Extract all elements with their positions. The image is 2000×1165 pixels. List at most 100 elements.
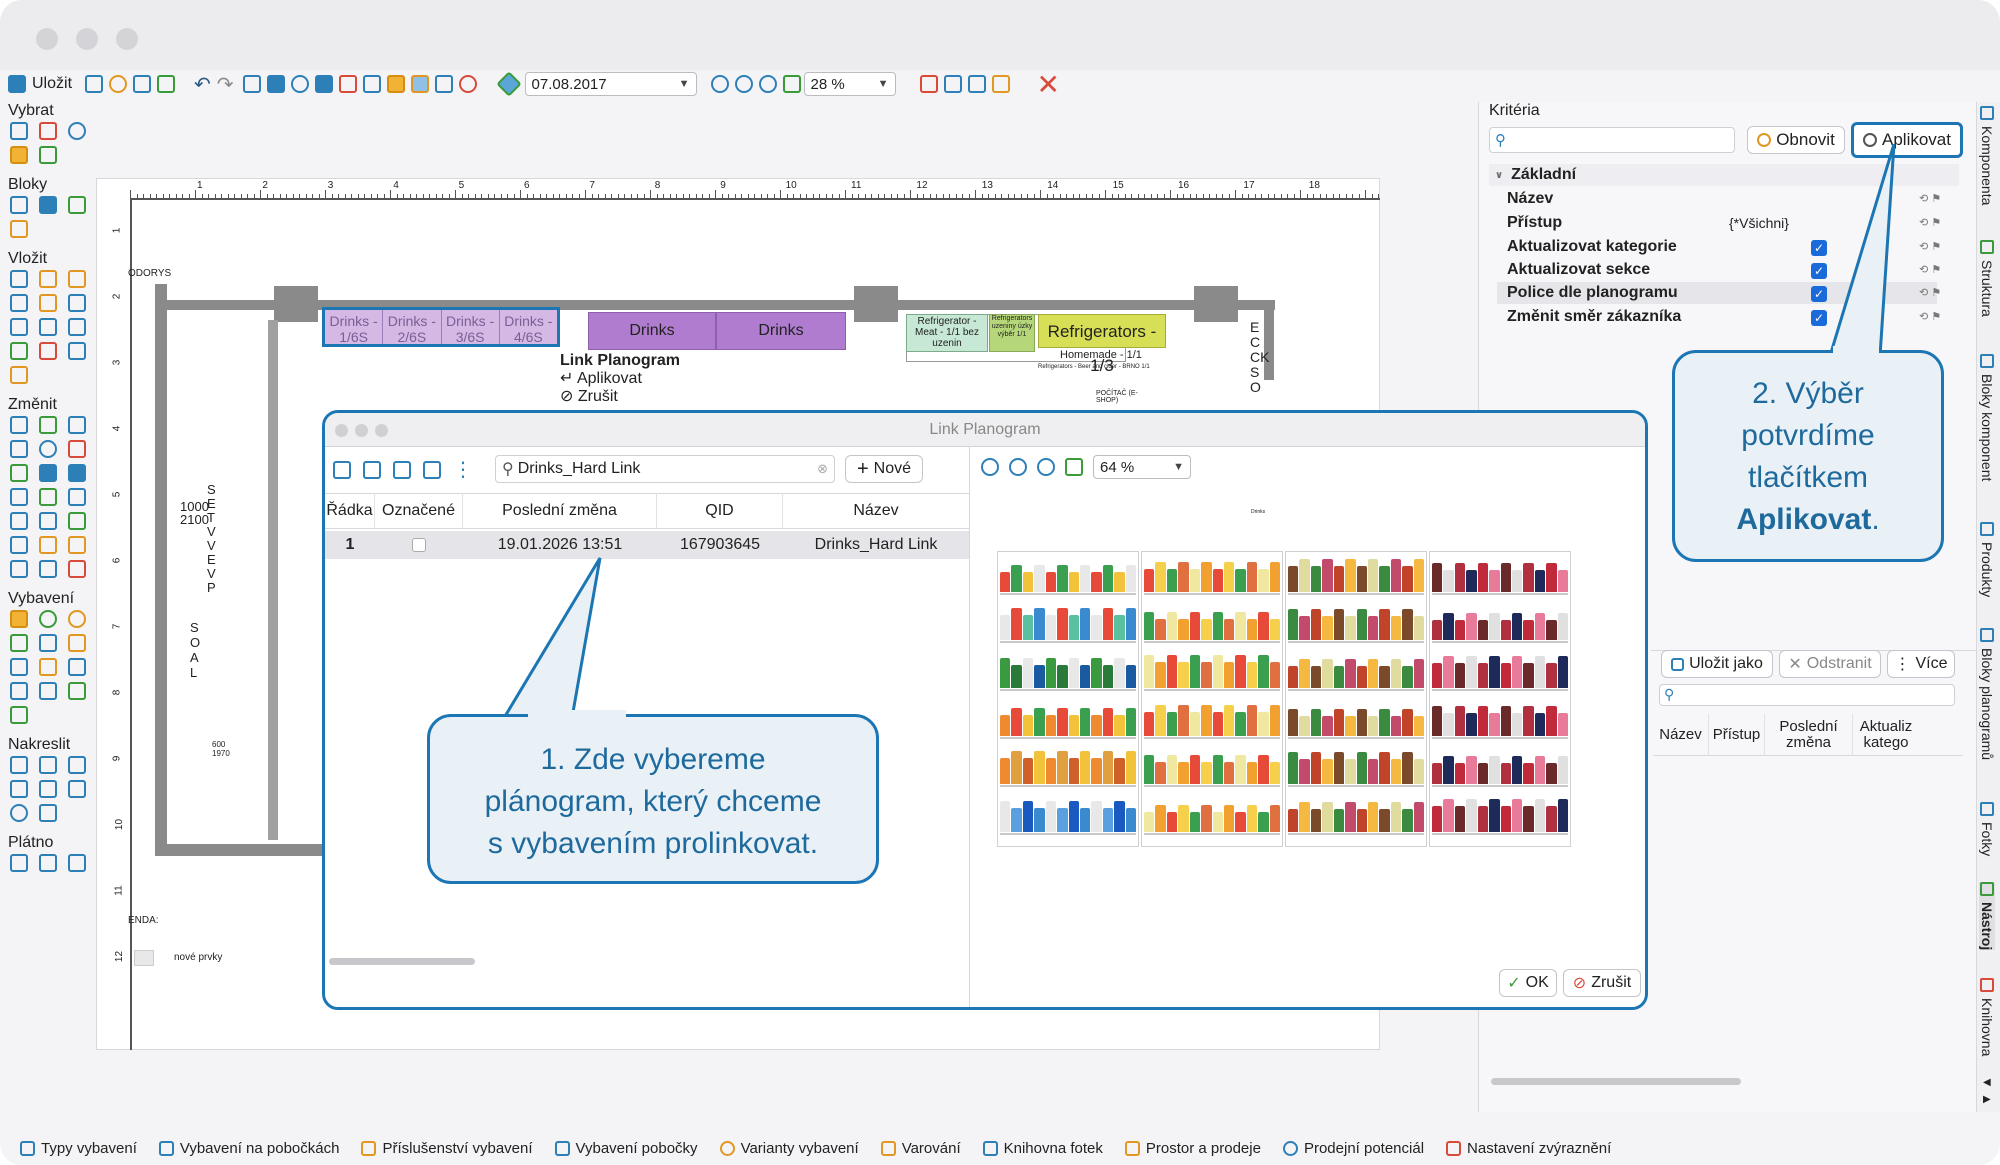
insert-table-icon[interactable] bbox=[10, 270, 28, 288]
drinks-planogram-1[interactable]: Drinks bbox=[588, 312, 716, 350]
tab-produkty[interactable]: Produkty bbox=[1979, 522, 1995, 597]
fridge-small[interactable]: Refrigerators uzeniny úzky výběr 1/1 bbox=[989, 314, 1035, 352]
zoom-fit-button[interactable] bbox=[782, 71, 801, 97]
col-last-change[interactable]: Poslední změna bbox=[463, 493, 657, 529]
draw-curve-icon[interactable] bbox=[10, 780, 28, 798]
zoom-out-icon[interactable] bbox=[1009, 458, 1027, 476]
redo-button[interactable]: ↷ bbox=[217, 71, 234, 97]
col-marked[interactable]: Označené bbox=[375, 493, 463, 529]
table-icon[interactable] bbox=[423, 460, 441, 479]
remove-button[interactable]: ✕ Odstranit bbox=[1779, 650, 1881, 678]
select-multi-icon[interactable] bbox=[39, 122, 57, 140]
fridge-meat[interactable]: Refrigerator - Meat - 1/1 bez uzenin bbox=[906, 314, 988, 352]
tab-nastroj[interactable]: Nástroj bbox=[1979, 882, 1995, 951]
qr-button[interactable] bbox=[338, 71, 357, 97]
list-button[interactable] bbox=[266, 71, 285, 97]
insert-component-icon[interactable] bbox=[39, 270, 57, 288]
close-window-button[interactable] bbox=[36, 28, 58, 50]
tab-knihovna[interactable]: Knihovna bbox=[1979, 978, 1995, 1056]
block-shelf-icon[interactable] bbox=[10, 220, 28, 238]
draw-polygon-icon[interactable] bbox=[39, 804, 57, 822]
align-bottom-icon[interactable] bbox=[10, 512, 28, 530]
copy-icon[interactable] bbox=[363, 460, 381, 479]
change-share-icon[interactable] bbox=[10, 416, 28, 434]
canvas-grid-icon[interactable] bbox=[68, 854, 86, 872]
insert-svg-icon[interactable] bbox=[10, 366, 28, 384]
bottom-tab-varianty[interactable]: Varianty vybavení bbox=[719, 1140, 859, 1157]
fill-button[interactable] bbox=[386, 71, 405, 97]
align-right-icon[interactable] bbox=[68, 488, 86, 506]
move-icon[interactable] bbox=[10, 440, 28, 458]
insert-layout-icon[interactable] bbox=[39, 294, 57, 312]
dialog-zoom-button[interactable] bbox=[375, 424, 388, 437]
context-menu-apply[interactable]: ↵ Aplikovat bbox=[560, 370, 700, 388]
bottom-tab-prostor[interactable]: Prostor a prodeje bbox=[1124, 1140, 1261, 1157]
zoom-reset-button[interactable] bbox=[758, 71, 777, 97]
insert-text-icon[interactable] bbox=[68, 294, 86, 312]
save-as-button[interactable]: Uložit jako bbox=[1661, 650, 1773, 678]
zoom-window-button[interactable] bbox=[116, 28, 138, 50]
fixture-rotate-icon[interactable] bbox=[68, 610, 86, 628]
cell-marked[interactable] bbox=[375, 531, 463, 559]
resize-icon[interactable] bbox=[10, 560, 28, 578]
zoom-out-button[interactable] bbox=[734, 71, 753, 97]
context-menu-title[interactable]: Link Planogram bbox=[560, 352, 700, 370]
col-update-cat[interactable]: Aktualiz katego bbox=[1853, 714, 1919, 755]
distribute-v-icon[interactable] bbox=[68, 512, 86, 530]
dwg-button[interactable] bbox=[943, 71, 962, 97]
criteria-row-name[interactable]: Název bbox=[1507, 188, 1553, 210]
chart-button[interactable] bbox=[919, 71, 938, 97]
dialog-search-input[interactable]: ⚲ Drinks_Hard Link ⊗ bbox=[495, 455, 835, 483]
check-button[interactable] bbox=[109, 71, 128, 97]
canvas-icon[interactable] bbox=[10, 854, 28, 872]
fit-button[interactable] bbox=[242, 71, 261, 97]
tab-bloky-planogramu[interactable]: Bloky planogramů bbox=[1979, 628, 1995, 760]
col-row[interactable]: Řádka bbox=[325, 493, 375, 529]
col-name[interactable]: Název bbox=[783, 493, 969, 529]
select-circle-icon[interactable] bbox=[68, 122, 86, 140]
col-qid[interactable]: QID bbox=[657, 493, 783, 529]
criteria-row-update-categories[interactable]: Aktualizovat kategorie bbox=[1507, 236, 1677, 258]
draw-line-icon[interactable] bbox=[10, 756, 28, 774]
mirror-icon[interactable] bbox=[10, 488, 28, 506]
insert-dimension-icon[interactable] bbox=[68, 318, 86, 336]
close-button[interactable]: ✕ bbox=[1037, 69, 1060, 100]
new-button[interactable]: + Nové bbox=[845, 455, 923, 483]
insert-block-icon[interactable] bbox=[10, 294, 28, 312]
shape-edit-icon[interactable] bbox=[68, 560, 86, 578]
zoom-select[interactable]: 28 % ▼ bbox=[803, 72, 896, 96]
minimize-window-button[interactable] bbox=[76, 28, 98, 50]
group-icon[interactable] bbox=[10, 536, 28, 554]
fixture-chart-icon[interactable] bbox=[10, 634, 28, 652]
copy-block-icon[interactable] bbox=[39, 560, 57, 578]
insert-dwg-icon[interactable] bbox=[68, 270, 86, 288]
distribute-icon[interactable] bbox=[39, 512, 57, 530]
col-access[interactable]: Přístup bbox=[1709, 714, 1765, 755]
layout-button[interactable] bbox=[314, 71, 333, 97]
change-color-icon[interactable] bbox=[39, 416, 57, 434]
col-last-change[interactable]: Poslední změna bbox=[1765, 714, 1853, 755]
undo-button[interactable]: ↶ bbox=[194, 71, 211, 97]
tabs-scroll-arrows-down[interactable]: ▶ bbox=[1983, 1094, 1991, 1105]
blocks-search-input[interactable]: ⚲ bbox=[1659, 684, 1955, 706]
bottom-tab-vybaveni-pobocky[interactable]: Vybavení pobočky bbox=[554, 1140, 698, 1157]
insert-pdf-icon[interactable] bbox=[39, 342, 57, 360]
layer-button[interactable] bbox=[495, 71, 522, 97]
more-icon[interactable]: ⋮ bbox=[453, 457, 473, 482]
bottom-tab-varovani[interactable]: Varování bbox=[880, 1140, 961, 1157]
store-button[interactable] bbox=[133, 71, 152, 97]
zoom-icon[interactable] bbox=[1037, 458, 1055, 476]
measure-button[interactable] bbox=[290, 71, 309, 97]
drinks-cell-4[interactable]: Drinks - 4/6S bbox=[500, 310, 557, 345]
fixture-refresh-icon[interactable] bbox=[10, 658, 28, 676]
bottom-tab-zvyrazneni[interactable]: Nastavení zvýraznění bbox=[1446, 1140, 1611, 1157]
marked-checkbox[interactable] bbox=[412, 538, 426, 552]
insert-line-icon[interactable] bbox=[10, 342, 28, 360]
target-button[interactable] bbox=[458, 71, 477, 97]
save-button[interactable]: Uložit bbox=[8, 71, 72, 97]
duplicate-icon[interactable] bbox=[393, 460, 411, 479]
criteria-row-update-sections[interactable]: Aktualizovat sekce bbox=[1507, 259, 1650, 281]
context-menu-cancel[interactable]: ⊘ Zrušit bbox=[560, 388, 700, 406]
bottom-tab-typy[interactable]: Typy vybavení bbox=[20, 1140, 137, 1157]
fridge-big[interactable]: Refrigerators - 1/3 bbox=[1038, 314, 1166, 375]
